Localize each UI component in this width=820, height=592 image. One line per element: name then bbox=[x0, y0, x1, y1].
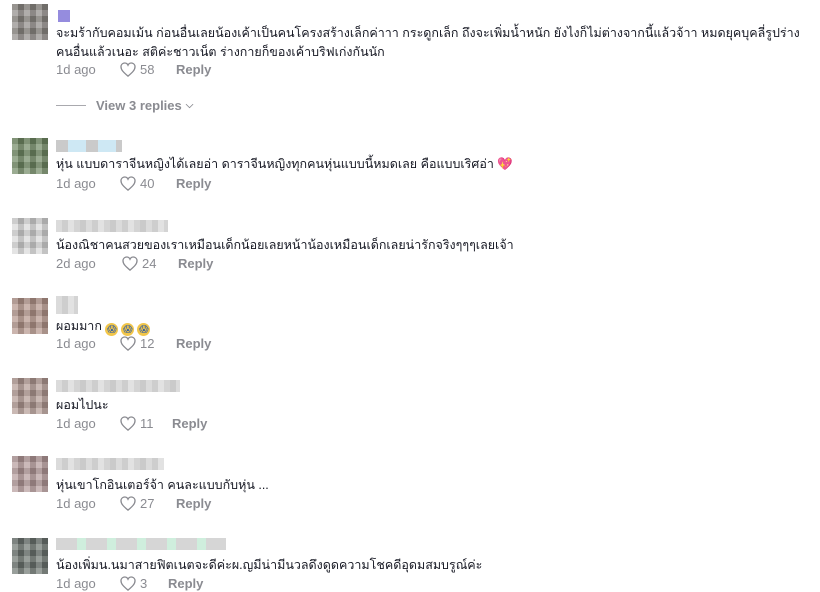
comment-text: ผอมมาก 😱 😱 😱 bbox=[56, 319, 151, 336]
scream-emoji-icon: 😱 bbox=[121, 323, 135, 336]
avatar[interactable] bbox=[12, 538, 48, 574]
view-replies-label: View 3 replies bbox=[96, 98, 182, 113]
comment-date: 1d ago bbox=[56, 336, 96, 351]
comment-date: 1d ago bbox=[56, 62, 96, 77]
avatar[interactable] bbox=[12, 456, 48, 492]
comment-text: จะมร้ากับคอมเม้น ก่อนอื่นเลยน้องเค้าเป็น… bbox=[56, 26, 800, 59]
username-blurred bbox=[56, 140, 122, 152]
sticker-icon bbox=[58, 10, 70, 22]
avatar[interactable] bbox=[12, 298, 48, 334]
reply-button[interactable]: Reply bbox=[176, 336, 211, 351]
view-replies-button[interactable]: View 3 replies ⌵ bbox=[56, 98, 193, 113]
scream-emoji-icon: 😱 bbox=[105, 323, 119, 336]
comment-date: 2d ago bbox=[56, 256, 96, 271]
like-button[interactable]: 40 bbox=[120, 176, 154, 191]
divider bbox=[56, 105, 86, 106]
like-button[interactable]: 12 bbox=[120, 336, 154, 351]
comment-date: 1d ago bbox=[56, 176, 96, 191]
heart-icon bbox=[120, 62, 136, 77]
comment-item: น้องเพิ่มน.นมาสายฟิตเนตจะดีค่ะผ.ญมีน่ามี… bbox=[0, 530, 820, 591]
heart-icon bbox=[120, 176, 136, 191]
avatar[interactable] bbox=[12, 138, 48, 174]
like-count: 58 bbox=[140, 62, 155, 77]
avatar[interactable] bbox=[12, 4, 48, 40]
reply-button[interactable]: Reply bbox=[172, 416, 207, 431]
avatar[interactable] bbox=[12, 378, 48, 414]
comment-item: หุ่นเขาโกอินเตอร์จ้า คนละแบบกับหุ่น ... … bbox=[0, 450, 820, 520]
comment-item: ผอมไปนะ 1d ago 11 Reply bbox=[0, 370, 820, 440]
like-count: 40 bbox=[140, 176, 155, 191]
heart-emoji: 💖 bbox=[497, 157, 513, 171]
like-button[interactable]: 24 bbox=[122, 256, 156, 271]
chevron-down-icon: ⌵ bbox=[185, 100, 194, 111]
comment-item: น้องณิชาคนสวยของเราเหมือนเด็กน้อยเลยหน้า… bbox=[0, 210, 820, 280]
comment-item: ผอมมาก 😱 😱 😱 1d ago 12 Reply bbox=[0, 290, 820, 360]
username-blurred bbox=[56, 220, 168, 232]
comment-text: หุ่นเขาโกอินเตอร์จ้า คนละแบบกับหุ่น ... bbox=[56, 478, 269, 492]
reply-button[interactable]: Reply bbox=[176, 62, 211, 77]
comment-text: น้องณิชาคนสวยของเราเหมือนเด็กน้อยเลยหน้า… bbox=[56, 238, 514, 252]
reply-button[interactable]: Reply bbox=[168, 576, 203, 591]
like-count: 24 bbox=[142, 256, 157, 271]
comment-date: 1d ago bbox=[56, 576, 96, 591]
heart-icon bbox=[120, 416, 136, 431]
reply-button[interactable]: Reply bbox=[176, 176, 211, 191]
like-button[interactable]: 58 bbox=[120, 62, 154, 77]
comment-item: หุ่น แบบดาราจีนหญิงได้เลยอ่า ดาราจีนหญิง… bbox=[0, 130, 820, 200]
comment-date: 1d ago bbox=[56, 416, 96, 431]
like-count: 11 bbox=[140, 416, 154, 431]
username-blurred bbox=[56, 380, 180, 392]
like-count: 12 bbox=[140, 336, 155, 351]
like-count: 3 bbox=[140, 576, 148, 591]
like-count: 27 bbox=[140, 496, 155, 511]
username-blurred bbox=[56, 296, 78, 314]
like-button[interactable]: 3 bbox=[120, 576, 147, 591]
comment-text: หุ่น แบบดาราจีนหญิงได้เลยอ่า ดาราจีนหญิง… bbox=[56, 157, 513, 171]
like-button[interactable]: 11 bbox=[120, 416, 154, 431]
comment-text: น้องเพิ่มน.นมาสายฟิตเนตจะดีค่ะผ.ญมีน่ามี… bbox=[56, 558, 483, 572]
reply-button[interactable]: Reply bbox=[176, 496, 211, 511]
username-blurred bbox=[56, 538, 226, 550]
avatar[interactable] bbox=[12, 218, 48, 254]
heart-icon bbox=[120, 576, 136, 591]
scream-emoji-icon: 😱 bbox=[137, 323, 151, 336]
like-button[interactable]: 27 bbox=[120, 496, 154, 511]
comment-date: 1d ago bbox=[56, 496, 96, 511]
username-blurred bbox=[56, 458, 164, 470]
heart-icon bbox=[120, 336, 136, 351]
comment-item: จะมร้ากับคอมเม้น ก่อนอื่นเลยน้องเค้าเป็น… bbox=[0, 0, 820, 118]
comment-text: ผอมไปนะ bbox=[56, 398, 109, 412]
reply-button[interactable]: Reply bbox=[178, 256, 213, 271]
heart-icon bbox=[120, 496, 136, 511]
heart-icon bbox=[122, 256, 138, 271]
